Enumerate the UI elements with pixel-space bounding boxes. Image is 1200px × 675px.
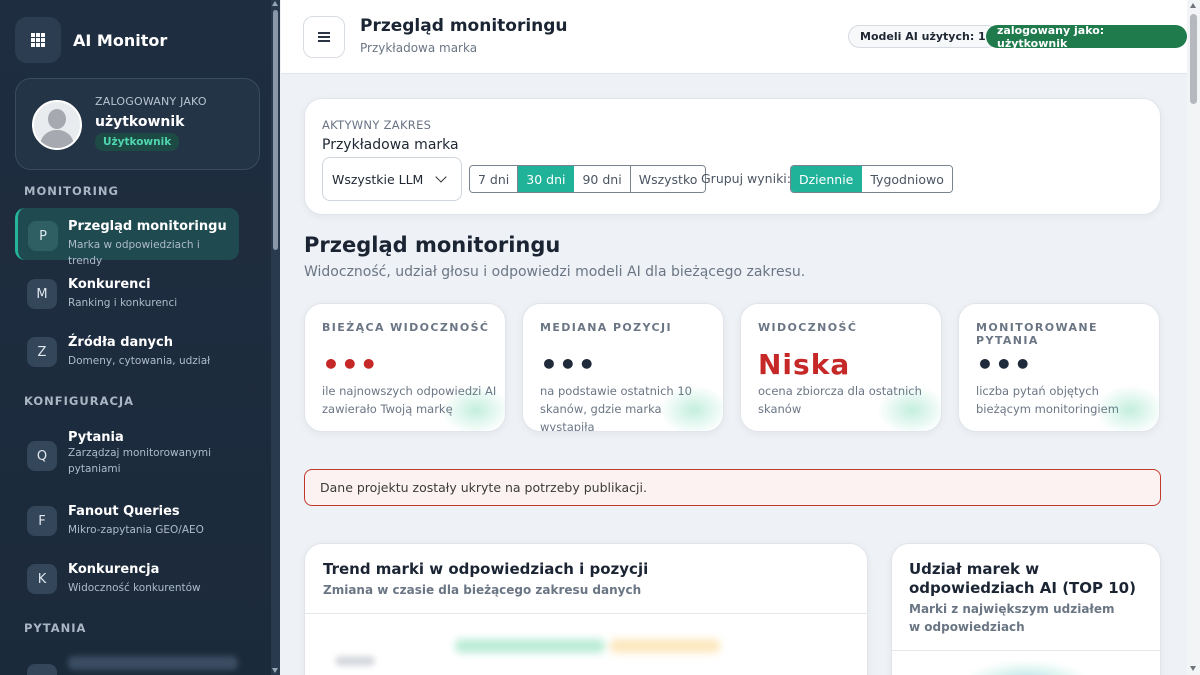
scroll-up-icon[interactable]	[1190, 3, 1196, 8]
sidebar-scroll-thumb[interactable]	[273, 10, 278, 250]
kpi-label: WIDOCZNOŚĆ	[758, 321, 858, 334]
overview-subtitle: Widoczność, udział głosu i odpowiedzi mo…	[304, 264, 806, 280]
scroll-down-icon[interactable]	[1190, 666, 1196, 671]
sidebar-item-przeglad[interactable]: P Przegląd monitoringu Marka w odpowiedz…	[15, 208, 239, 267]
main-scroll-thumb[interactable]	[1190, 14, 1197, 104]
hamburger-icon	[318, 30, 330, 45]
filter-card: AKTYWNY ZAKRES Przykładowa marka Wszystk…	[304, 98, 1161, 215]
nav-badge-icon: K	[27, 564, 57, 594]
redacted-chart	[967, 662, 1087, 675]
user-card-label: ZALOGOWANY JAKO	[95, 95, 207, 108]
sidebar-item-title: Przegląd monitoringu	[68, 219, 227, 234]
trend-card: Trend marki w odpowiedziach i pozycji Zm…	[304, 543, 868, 675]
redacted-axis-label	[335, 656, 375, 666]
brand-name: AI Monitor	[73, 30, 168, 50]
data-hidden-alert: Dane projektu zostały ukryte na potrzeby…	[304, 469, 1161, 506]
llm-select-value: Wszystkie LLM	[332, 171, 424, 187]
sidebar-item-pytania[interactable]: Q Pytania Zarządzaj monitorowanymi pytan…	[15, 419, 239, 481]
redacted-sidebar-item[interactable]	[68, 656, 238, 670]
overview-title: Przegląd monitoringu	[304, 233, 561, 257]
user-card: ZALOGOWANY JAKO użytkownik Użytkownik	[15, 78, 260, 170]
sidebar-item-konkurencja[interactable]: K Konkurencja Widoczność konkurentów	[15, 551, 239, 603]
redacted-legend-item	[610, 639, 720, 653]
kpi-label: MONITOROWANE PYTANIA	[976, 321, 1098, 347]
filter-brand: Przykładowa marka	[322, 137, 459, 153]
models-count-badge: Modeli AI użytych: 1	[848, 25, 998, 48]
filter-label: AKTYWNY ZAKRES	[322, 118, 432, 132]
page-title: Przegląd monitoringu	[360, 16, 568, 36]
brand[interactable]: AI Monitor	[15, 17, 167, 63]
alert-text: Dane projektu zostały ukryte na potrzeby…	[320, 480, 647, 495]
nav-badge-icon	[27, 664, 57, 675]
kpi-label: BIEŻĄCA WIDOCZNOŚĆ	[322, 321, 490, 334]
range-option-30[interactable]: 30 dni	[518, 166, 575, 192]
group-option-weekly[interactable]: Tygodniowo	[862, 166, 952, 192]
nav-badge-icon: P	[28, 221, 58, 251]
section-pytania: PYTANIA	[24, 621, 87, 635]
page-subtitle: Przykładowa marka	[360, 41, 478, 55]
sidebar-item-title: Źródła danych	[68, 335, 173, 350]
sidebar-scrollbar[interactable]	[271, 0, 280, 675]
kpi-label: MEDIANA POZYCJI	[540, 321, 672, 334]
logged-user-badge: zalogowany jako: użytkownik	[986, 24, 1187, 50]
sidebar-item-sub: Widoczność konkurentów	[68, 582, 201, 594]
range-option-all[interactable]: Wszystko	[630, 166, 706, 192]
nav-badge-icon: Z	[27, 337, 57, 367]
menu-button[interactable]	[303, 16, 345, 58]
trend-subtitle: Zmiana w czasie dla bieżącego zakresu da…	[323, 583, 642, 597]
grid-logo-icon	[15, 17, 61, 63]
main-scrollbar[interactable]	[1187, 0, 1200, 675]
group-label: Grupuj wyniki:	[701, 171, 791, 186]
kpi-card-current-visibility: BIEŻĄCA WIDOCZNOŚĆ ••• ile najnowszych o…	[304, 303, 506, 432]
sidebar-item-title: Konkurencja	[68, 562, 160, 577]
kpi-card-visibility: WIDOCZNOŚĆ Niska ocena zbiorcza dla osta…	[740, 303, 942, 432]
sidebar-item-sub: Ranking i konkurenci	[68, 297, 178, 309]
range-option-90[interactable]: 90 dni	[574, 166, 631, 192]
sidebar-item-konkurenci[interactable]: M Konkurenci Ranking i konkurenci	[15, 266, 239, 318]
chevron-down-icon	[435, 171, 447, 183]
scroll-down-icon[interactable]	[272, 668, 278, 673]
sidebar-item-title: Pytania	[68, 430, 124, 445]
scroll-up-icon[interactable]	[272, 1, 278, 6]
kpi-value: •••	[540, 348, 597, 381]
share-subtitle: Marki z największym udziałem w odpowiedz…	[909, 602, 1115, 634]
user-card-name: użytkownik	[95, 114, 185, 130]
sidebar-item-sub: Marka w odpowiedziach i trendy	[68, 239, 200, 267]
sidebar-item-sub: Zarządzaj monitorowanymi pytaniami	[68, 447, 212, 475]
share-title: Udział marek w odpowiedziach AI (TOP 10)	[909, 560, 1136, 597]
sidebar-item-title: Fanout Queries	[68, 504, 180, 519]
sidebar-item-title: Konkurenci	[68, 277, 151, 292]
range-option-7[interactable]: 7 dni	[470, 166, 519, 192]
share-card: Udział marek w odpowiedziach AI (TOP 10)…	[891, 543, 1161, 675]
sidebar-item-sub: Mikro-zapytania GEO/AEO	[68, 524, 204, 536]
kpi-value: •••	[976, 348, 1033, 381]
sidebar-item-zrodla[interactable]: Z Źródła danych Domeny, cytowania, udzia…	[15, 324, 239, 376]
sidebar-item-sub: Domeny, cytowania, udział	[68, 355, 211, 367]
nav-badge-icon: Q	[27, 441, 57, 471]
group-selector: Dziennie Tygodniowo	[790, 165, 953, 193]
kpi-value: Niska	[758, 348, 851, 381]
sidebar: AI Monitor ZALOGOWANY JAKO użytkownik Uż…	[0, 0, 280, 675]
topbar: Przegląd monitoringu Przykładowa marka M…	[281, 0, 1187, 74]
range-selector: 7 dni 30 dni 90 dni Wszystko	[469, 165, 707, 193]
nav-badge-icon: M	[27, 279, 57, 309]
sidebar-item-fanout[interactable]: F Fanout Queries Mikro-zapytania GEO/AEO	[15, 493, 239, 545]
group-option-daily[interactable]: Dziennie	[791, 166, 863, 192]
nav-badge-icon: F	[27, 506, 57, 536]
section-monitoring: MONITORING	[24, 184, 119, 198]
kpi-card-monitored-questions: MONITOROWANE PYTANIA ••• liczba pytań ob…	[958, 303, 1160, 432]
trend-title: Trend marki w odpowiedziach i pozycji	[323, 560, 649, 578]
avatar	[32, 100, 82, 150]
redacted-legend-item	[455, 639, 605, 653]
user-role-badge: Użytkownik	[95, 133, 180, 151]
llm-select[interactable]: Wszystkie LLM	[322, 157, 462, 201]
kpi-card-median-position: MEDIANA POZYCJI ••• na podstawie ostatni…	[522, 303, 724, 432]
kpi-value: •••	[322, 348, 379, 381]
section-konfiguracja: KONFIGURACJA	[24, 394, 135, 408]
